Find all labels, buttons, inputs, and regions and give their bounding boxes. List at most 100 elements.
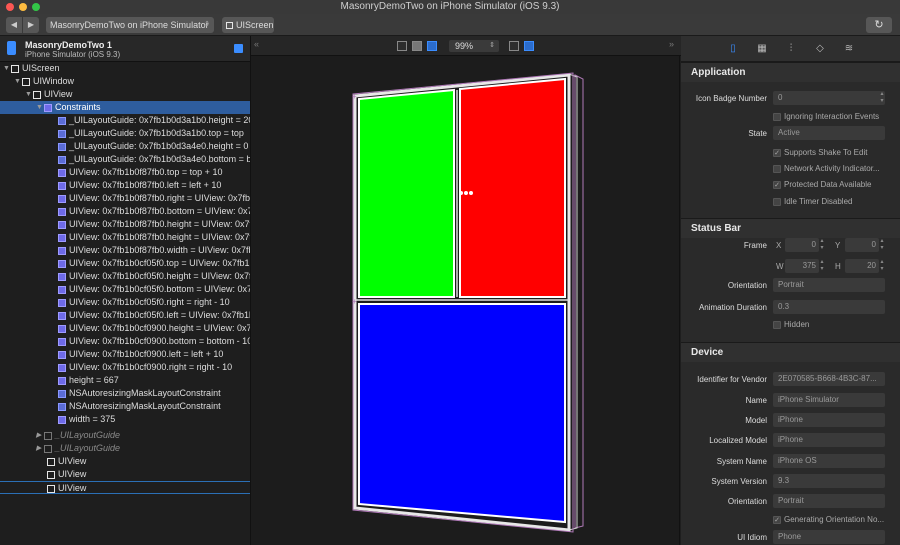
3d-view-icon[interactable] [524, 41, 534, 51]
tree-row-constraint[interactable]: UIView: 0x7fb1b0cf0900.bottom = bottom -… [0, 335, 250, 348]
tree-row-constraint[interactable]: UIView: 0x7fb1b0cf0900.height = UIView: … [0, 322, 250, 335]
green-view[interactable] [358, 88, 455, 298]
tree-row-constraint[interactable]: UIView: 0x7fb1b0f87fb0.height = UIView: … [0, 231, 250, 244]
system-name-label: System Name [716, 457, 767, 466]
stepper-icon[interactable]: ▴ ▾ [819, 238, 825, 252]
tree-row-constraint[interactable]: height = 667 [0, 374, 250, 387]
tree-row-constraint[interactable]: UIView: 0x7fb1b0f87fb0.top = top + 10 [0, 166, 250, 179]
orientation-icon[interactable] [509, 41, 519, 51]
uiscreen-icon [226, 22, 233, 30]
tree-row-constraint[interactable]: _UILayoutGuide: 0x7fb1b0d3a1b0.top = top [0, 127, 250, 140]
idiom-popup[interactable]: Phone [773, 530, 885, 544]
tree-row-uiview[interactable]: UIView [0, 468, 250, 481]
tree-row-uiview[interactable]: UIView [0, 455, 250, 468]
contents-icon[interactable] [412, 41, 422, 51]
disclosure-open-icon: ▼ [14, 78, 21, 86]
tree-row-constraint[interactable]: _UILayoutGuide: 0x7fb1b0d3a1b0.height = … [0, 114, 250, 127]
layers-inspector-icon[interactable]: ≋ [843, 43, 855, 55]
system-name-field[interactable]: iPhone OS [773, 454, 885, 468]
ignoring-checkbox[interactable] [773, 113, 781, 121]
network-checkbox[interactable] [773, 165, 781, 173]
system-version-field[interactable]: 9.3 [773, 474, 885, 488]
shake-checkbox[interactable]: ✓ [773, 149, 781, 157]
stepper-icon[interactable]: ▴ ▾ [879, 259, 885, 273]
close-window-button[interactable] [6, 3, 14, 11]
red-view[interactable] [459, 77, 566, 298]
tree-row-constraint[interactable]: NSAutoresizingMaskLayoutConstraint [0, 400, 250, 413]
tree-row-constraint[interactable]: width = 375 [0, 413, 250, 426]
frame-h-field[interactable]: 20 [845, 259, 879, 273]
inspector-panel: ▯ ▦ ⫶ ◇ ≋ Application Icon Badge Number … [681, 36, 900, 545]
minimize-window-button[interactable] [19, 3, 27, 11]
tree-row-constraint[interactable]: _UILayoutGuide: 0x7fb1b0d3a4e0.bottom = … [0, 153, 250, 166]
name-field[interactable]: iPhone Simulator [773, 393, 885, 407]
tree-row-constraint[interactable]: UIView: 0x7fb1b0cf0900.left = left + 10 [0, 348, 250, 361]
tree-row-constraint[interactable]: UIView: 0x7fb1b0f87fb0.right = UIView: 0… [0, 192, 250, 205]
tree-row-constraint[interactable]: NSAutoresizingMaskLayoutConstraint [0, 387, 250, 400]
app-target-popup[interactable]: MasonryDemoTwo on iPhone Simulator ⇕ [46, 17, 214, 33]
tree-row-label: _UILayoutGuide: 0x7fb1b0d3a1b0.top = top [69, 128, 244, 138]
zoom-window-button[interactable] [32, 3, 40, 11]
tree-row-constraint[interactable]: UIView: 0x7fb1b0cf05f0.height = UIView: … [0, 270, 250, 283]
generating-checkbox[interactable]: ✓ [773, 516, 781, 524]
tree-row-constraint[interactable]: UIView: 0x7fb1b0f87fb0.height = UIView: … [0, 218, 250, 231]
tree-row-uiview[interactable]: UIView [0, 481, 250, 494]
filter-icon[interactable] [234, 44, 243, 53]
constraint-icon [58, 415, 66, 424]
tree-row-constraint[interactable]: UIView: 0x7fb1b0cf05f0.left = UIView: 0x… [0, 309, 250, 322]
protected-checkbox[interactable]: ✓ [773, 181, 781, 189]
collapse-right-icon[interactable]: » [669, 39, 674, 49]
frame-x-field[interactable]: 0 [785, 238, 819, 252]
device-orientation-popup[interactable]: Portrait [773, 494, 885, 508]
wireframe-icon[interactable] [397, 41, 407, 51]
tree-row-constraint[interactable]: UIView: 0x7fb1b0f87fb0.left = left + 10 [0, 179, 250, 192]
layout-inspector-icon[interactable]: ▦ [756, 43, 768, 55]
tree-row-constraint[interactable]: _UILayoutGuide: 0x7fb1b0d3a4e0.height = … [0, 140, 250, 153]
zoom-popup[interactable]: 99% ⇕ [449, 40, 499, 52]
view-3d-scene[interactable]: + + [251, 56, 681, 545]
ruler-inspector-icon[interactable]: ◇ [814, 43, 826, 55]
tree-row-constraint[interactable]: UIView: 0x7fb1b0cf05f0.top = UIView: 0x7… [0, 257, 250, 270]
back-button[interactable]: ◀ [6, 17, 22, 33]
tree-row-constraint[interactable]: UIView: 0x7fb1b0f87fb0.bottom = UIView: … [0, 205, 250, 218]
tree-row-label: width = 375 [69, 414, 116, 424]
tree-row-constraint[interactable]: UIView: 0x7fb1b0cf05f0.bottom = UIView: … [0, 283, 250, 296]
collapse-left-icon[interactable]: « [254, 39, 259, 49]
tree-row-label: _UILayoutGuide [55, 443, 121, 453]
tree-row-constraint[interactable]: UIView: 0x7fb1b0f87fb0.width = UIView: 0… [0, 244, 250, 257]
tree-row-uiscreen[interactable]: ▼ UIScreen [0, 62, 250, 75]
file-inspector-icon[interactable]: ▯ [727, 43, 739, 55]
state-popup[interactable]: Active [773, 126, 885, 140]
vendor-field[interactable]: 2E070585-B668-4B3C-87... [773, 372, 885, 386]
animation-field[interactable]: 0.3 [773, 300, 885, 314]
badge-field[interactable]: 0 [773, 91, 885, 105]
tree-row-uiwindow[interactable]: ▼ UIWindow [0, 75, 250, 88]
breadcrumb[interactable]: UIScreen [222, 17, 274, 33]
tree-row-uiview[interactable]: ▼ UIView [0, 88, 250, 101]
idle-checkbox[interactable] [773, 198, 781, 206]
tree-row-layout-guide[interactable]: ▶ _UILayoutGuide [0, 429, 250, 442]
tree-row-constraint[interactable]: UIView: 0x7fb1b0cf0900.right = right - 1… [0, 361, 250, 374]
frame-y-field[interactable]: 0 [845, 238, 879, 252]
tree-row-layout-guide[interactable]: ▶ _UILayoutGuide [0, 442, 250, 455]
localized-model-field[interactable]: iPhone [773, 433, 885, 447]
hidden-checkbox[interactable] [773, 321, 781, 329]
attributes-inspector-icon[interactable]: ⫶ [785, 43, 797, 55]
tree-row-constraint[interactable]: UIView: 0x7fb1b0cf05f0.right = right - 1… [0, 296, 250, 309]
frame-w-field[interactable]: 375 [785, 259, 819, 273]
view-icon [47, 470, 55, 479]
stepper-icon[interactable]: ▴ ▾ [879, 238, 885, 252]
stepper-icon[interactable]: ▴ ▾ [819, 259, 825, 273]
stepper-icon[interactable]: ▴ ▾ [879, 91, 885, 105]
orientation-popup[interactable]: Portrait [773, 278, 885, 292]
tree-row-label: UIView: 0x7fb1b0cf0900.right = right - 1… [69, 362, 233, 372]
blue-view[interactable] [358, 303, 566, 524]
tree-row-label: NSAutoresizingMaskLayoutConstraint [69, 401, 221, 411]
wireframe-contents-icon[interactable] [427, 41, 437, 51]
reload-button[interactable]: ↻ [866, 17, 892, 33]
tree-row-constraints[interactable]: ▼ Constraints [0, 101, 250, 114]
forward-button[interactable]: ▶ [23, 17, 39, 33]
model-field[interactable]: iPhone [773, 413, 885, 427]
constraint-icon [58, 285, 66, 294]
disclosure-open-icon: ▼ [25, 91, 32, 99]
